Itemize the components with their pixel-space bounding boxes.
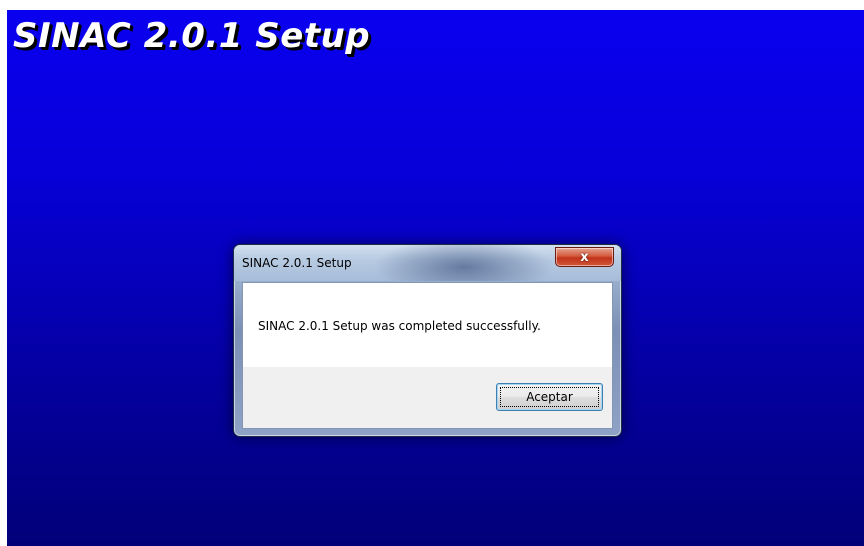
aceptar-button-label: Aceptar <box>526 390 573 404</box>
dialog-title: SINAC 2.0.1 Setup <box>242 256 352 270</box>
dialog-message: SINAC 2.0.1 Setup was completed successf… <box>258 319 541 333</box>
dialog-titlebar[interactable]: SINAC 2.0.1 Setup x <box>234 245 621 281</box>
dialog-client-area: SINAC 2.0.1 Setup was completed successf… <box>242 282 613 429</box>
close-button[interactable]: x <box>555 247 614 267</box>
close-icon: x <box>580 249 589 265</box>
setup-background-window: SINAC 2.0.1 Setup SINAC 2.0.1 Setup x SI… <box>7 10 864 546</box>
dialog-button-bar: Aceptar <box>243 367 612 428</box>
completion-dialog: SINAC 2.0.1 Setup x SINAC 2.0.1 Setup wa… <box>233 244 622 437</box>
focus-rectangle: Aceptar <box>500 387 599 407</box>
aceptar-button[interactable]: Aceptar <box>496 383 603 411</box>
setup-background-title: SINAC 2.0.1 Setup <box>13 16 371 56</box>
